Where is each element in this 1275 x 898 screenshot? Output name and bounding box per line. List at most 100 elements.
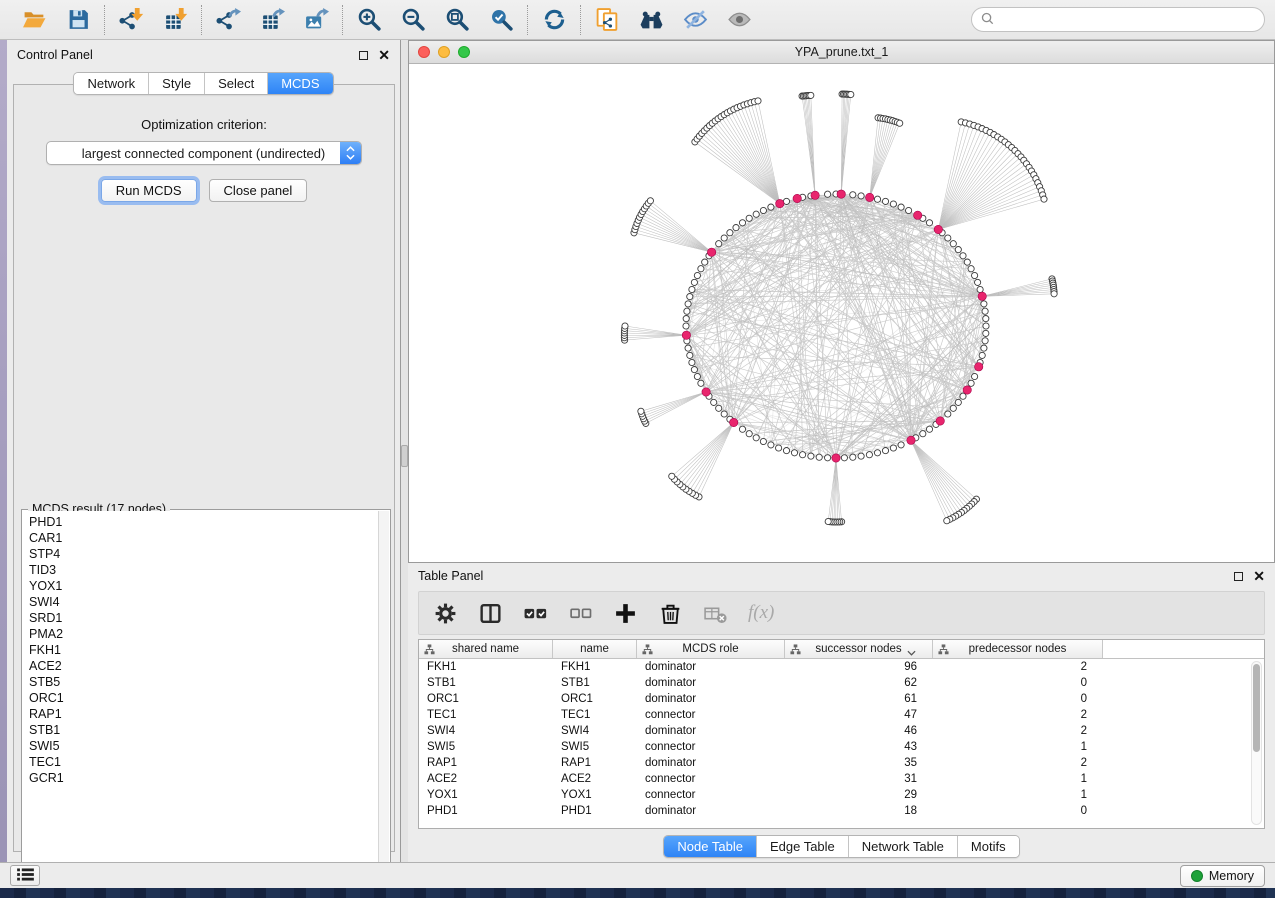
run-mcds-button[interactable]: Run MCDS (101, 179, 197, 202)
table-row[interactable]: FKH1FKH1dominator962 (419, 659, 1264, 675)
zoom-fit-icon[interactable] (443, 6, 471, 34)
cell-name[interactable]: RAP1 (553, 757, 637, 769)
mcds-result-item[interactable]: RAP1 (29, 706, 378, 722)
cell-name[interactable]: ORC1 (553, 693, 637, 705)
table-row[interactable]: YOX1YOX1connector291 (419, 787, 1264, 803)
cell-mcds_role[interactable]: connector (637, 709, 785, 721)
cell-shared_name[interactable]: ACE2 (419, 773, 553, 785)
clone-network-icon[interactable] (593, 6, 621, 34)
deselect-all-rows-icon[interactable] (568, 601, 593, 626)
table-tab-node-table[interactable]: Node Table (664, 836, 757, 857)
splitter-grip[interactable] (401, 445, 408, 467)
cell-predecessor_nodes[interactable]: 2 (933, 709, 1103, 721)
cell-shared_name[interactable]: TEC1 (419, 709, 553, 721)
mcds-result-item[interactable]: ORC1 (29, 690, 378, 706)
cell-name[interactable]: ACE2 (553, 773, 637, 785)
cell-predecessor_nodes[interactable]: 2 (933, 661, 1103, 673)
cell-successor_nodes[interactable]: 29 (785, 789, 933, 801)
table-row[interactable]: TEC1TEC1connector472 (419, 707, 1264, 723)
mcds-result-item[interactable]: YOX1 (29, 578, 378, 594)
column-header-MCDS-role[interactable]: MCDS role (637, 640, 785, 658)
table-row[interactable]: RAP1RAP1dominator352 (419, 755, 1264, 771)
mcds-result-item[interactable]: ACE2 (29, 658, 378, 674)
cell-predecessor_nodes[interactable]: 1 (933, 773, 1103, 785)
export-network-icon[interactable] (214, 6, 242, 34)
cell-shared_name[interactable]: SWI5 (419, 741, 553, 753)
memory-button[interactable]: Memory (1180, 865, 1265, 887)
cell-successor_nodes[interactable]: 96 (785, 661, 933, 673)
table-scrollbar[interactable] (1251, 661, 1262, 825)
mcds-result-list[interactable]: PHD1CAR1STP4TID3YOX1SWI4SRD1PMA2FKH1ACE2… (23, 511, 378, 875)
close-panel-button[interactable]: Close panel (209, 179, 308, 202)
cell-name[interactable]: FKH1 (553, 661, 637, 673)
mcds-result-item[interactable]: SWI4 (29, 594, 378, 610)
close-panel-icon[interactable]: ✕ (378, 50, 390, 60)
cell-successor_nodes[interactable]: 62 (785, 677, 933, 689)
table-scrollbar-thumb[interactable] (1253, 664, 1260, 752)
tab-select[interactable]: Select (205, 73, 268, 94)
task-history-button[interactable] (10, 865, 40, 886)
cell-mcds_role[interactable]: dominator (637, 757, 785, 769)
import-network-icon[interactable] (117, 6, 145, 34)
table-row[interactable]: PHD1PHD1dominator180 (419, 803, 1264, 819)
cell-successor_nodes[interactable]: 18 (785, 805, 933, 817)
mcds-result-item[interactable]: GCR1 (29, 770, 378, 786)
cell-name[interactable]: PHD1 (553, 805, 637, 817)
cell-predecessor_nodes[interactable]: 0 (933, 693, 1103, 705)
float-panel-icon[interactable] (359, 51, 368, 60)
table-tab-motifs[interactable]: Motifs (958, 836, 1019, 857)
mcds-result-item[interactable]: STB1 (29, 722, 378, 738)
cell-name[interactable]: STB1 (553, 677, 637, 689)
delete-column-icon[interactable] (658, 601, 683, 626)
cell-predecessor_nodes[interactable]: 0 (933, 677, 1103, 689)
tab-network[interactable]: Network (74, 73, 149, 94)
import-table-icon[interactable] (161, 6, 189, 34)
column-header-successor-nodes[interactable]: successor nodes (785, 640, 933, 658)
cell-predecessor_nodes[interactable]: 2 (933, 757, 1103, 769)
table-row[interactable]: ACE2ACE2connector311 (419, 771, 1264, 787)
tab-style[interactable]: Style (149, 73, 205, 94)
mcds-result-item[interactable]: PHD1 (29, 514, 378, 530)
mcds-result-item[interactable]: STB5 (29, 674, 378, 690)
mcds-result-item[interactable]: SWI5 (29, 738, 378, 754)
hide-selected-icon[interactable] (681, 6, 709, 34)
cell-name[interactable]: YOX1 (553, 789, 637, 801)
cell-mcds_role[interactable]: dominator (637, 725, 785, 737)
vertical-splitter[interactable] (401, 40, 408, 862)
tab-mcds[interactable]: MCDS (268, 73, 332, 94)
mcds-result-item[interactable]: FKH1 (29, 642, 378, 658)
cell-predecessor_nodes[interactable]: 1 (933, 741, 1103, 753)
cell-shared_name[interactable]: PHD1 (419, 805, 553, 817)
mcds-result-item[interactable]: TEC1 (29, 754, 378, 770)
cell-successor_nodes[interactable]: 31 (785, 773, 933, 785)
cell-successor_nodes[interactable]: 61 (785, 693, 933, 705)
cell-shared_name[interactable]: STB1 (419, 677, 553, 689)
criterion-dropdown[interactable]: largest connected component (undirected) (46, 141, 362, 165)
cell-mcds_role[interactable]: dominator (637, 805, 785, 817)
table-tab-network-table[interactable]: Network Table (849, 836, 958, 857)
float-table-panel-icon[interactable] (1234, 572, 1243, 581)
search-box[interactable] (971, 7, 1265, 32)
zoom-in-icon[interactable] (355, 6, 383, 34)
cell-shared_name[interactable]: YOX1 (419, 789, 553, 801)
export-table-icon[interactable] (258, 6, 286, 34)
cell-predecessor_nodes[interactable]: 2 (933, 725, 1103, 737)
zoom-selected-icon[interactable] (487, 6, 515, 34)
column-header-predecessor-nodes[interactable]: predecessor nodes (933, 640, 1103, 658)
mcds-result-item[interactable]: SRD1 (29, 610, 378, 626)
network-graph-canvas[interactable] (409, 64, 1274, 562)
cell-mcds_role[interactable]: connector (637, 789, 785, 801)
mcds-list-scrollbar[interactable] (378, 511, 389, 875)
close-table-panel-icon[interactable]: ✕ (1253, 571, 1265, 581)
cell-name[interactable]: TEC1 (553, 709, 637, 721)
cell-mcds_role[interactable]: connector (637, 773, 785, 785)
search-input[interactable] (999, 13, 1255, 27)
refresh-layout-icon[interactable] (540, 6, 568, 34)
cell-name[interactable]: SWI5 (553, 741, 637, 753)
cell-shared_name[interactable]: RAP1 (419, 757, 553, 769)
table-row[interactable]: SWI4SWI4dominator462 (419, 723, 1264, 739)
cell-successor_nodes[interactable]: 46 (785, 725, 933, 737)
cell-mcds_role[interactable]: dominator (637, 661, 785, 673)
mcds-result-item[interactable]: PMA2 (29, 626, 378, 642)
cell-shared_name[interactable]: SWI4 (419, 725, 553, 737)
